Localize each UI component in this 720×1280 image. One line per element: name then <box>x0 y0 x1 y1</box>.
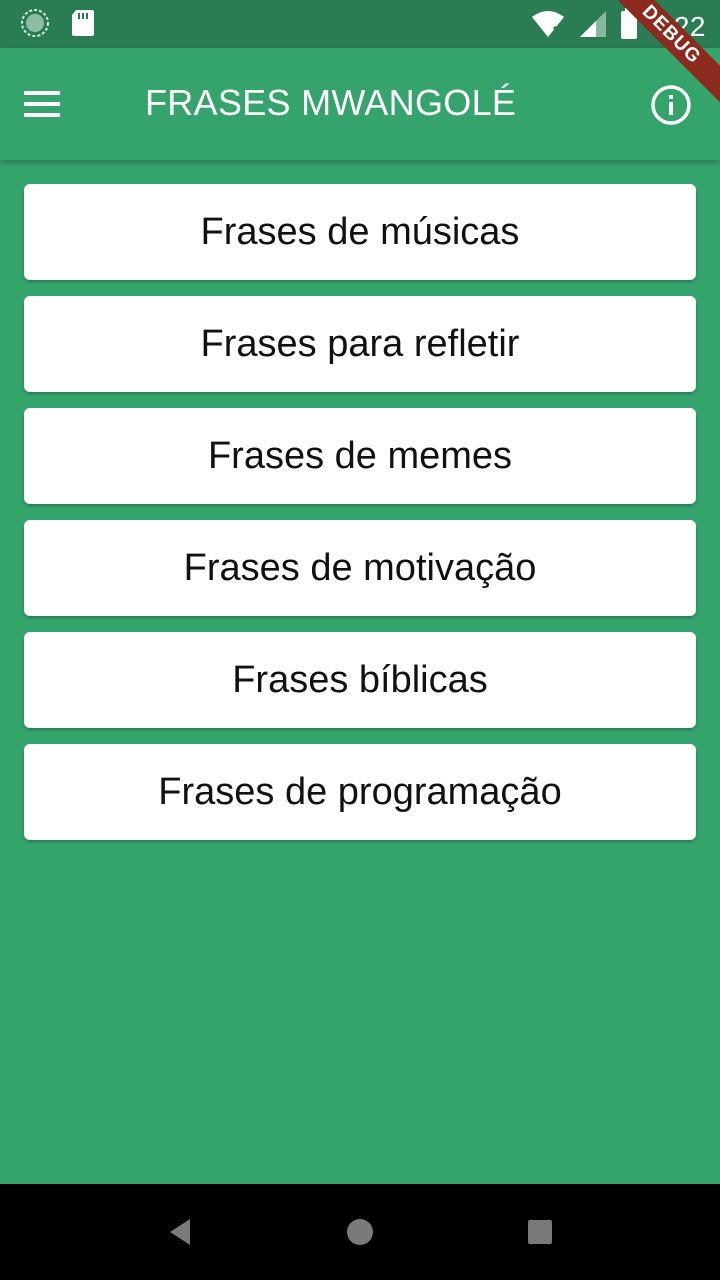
navigation-bar <box>0 1184 720 1280</box>
category-label: Frases bíblicas <box>232 658 488 701</box>
category-card-programacao[interactable]: Frases de programação <box>24 744 696 840</box>
category-label: Frases de músicas <box>200 210 520 253</box>
category-card-refletir[interactable]: Frases para refletir <box>24 296 696 392</box>
info-icon[interactable] <box>650 84 692 126</box>
app-bar: FRASES MWANGOLÉ <box>0 48 720 160</box>
home-icon[interactable] <box>336 1208 384 1256</box>
category-label: Frases para refletir <box>200 322 520 365</box>
category-label: Frases de motivação <box>183 546 537 589</box>
sync-icon <box>20 8 50 43</box>
sd-card-icon <box>70 8 96 43</box>
page-title: FRASES MWANGOLÉ <box>145 82 517 123</box>
wifi-off-icon <box>530 9 566 44</box>
category-card-motivacao[interactable]: Frases de motivação <box>24 520 696 616</box>
recents-icon[interactable] <box>516 1208 564 1256</box>
category-card-biblicas[interactable]: Frases bíblicas <box>24 632 696 728</box>
category-card-memes[interactable]: Frases de memes <box>24 408 696 504</box>
cell-signal-icon <box>578 9 608 44</box>
category-label: Frases de memes <box>207 434 513 477</box>
category-label: Frases de programação <box>158 770 562 813</box>
category-card-musicas[interactable]: Frases de músicas <box>24 184 696 280</box>
hamburger-menu-icon[interactable] <box>24 80 88 128</box>
back-icon[interactable] <box>156 1208 204 1256</box>
status-bar: 7:22 <box>0 0 720 48</box>
category-list: Frases de músicas Frases para refletir F… <box>24 184 696 856</box>
